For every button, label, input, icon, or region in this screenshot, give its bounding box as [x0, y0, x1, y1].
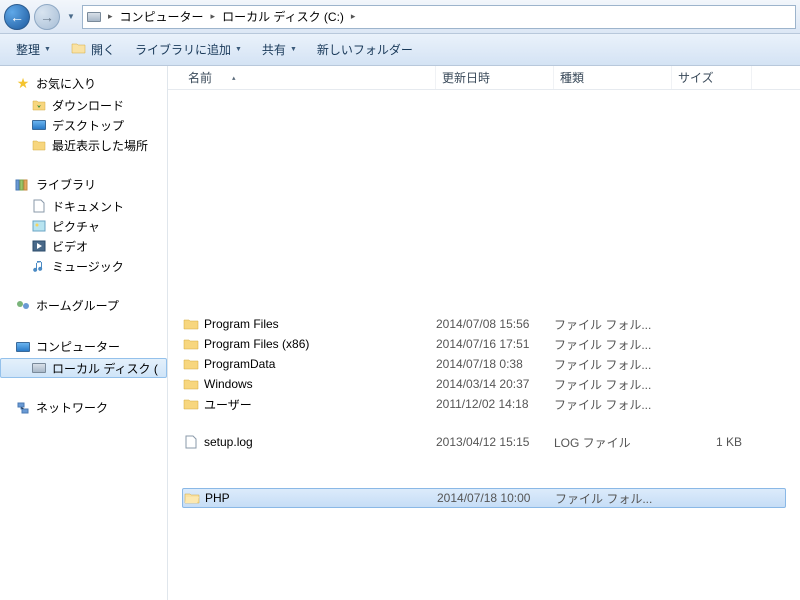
recent-icon — [30, 137, 48, 153]
organize-menu[interactable]: 整理▼ — [8, 38, 59, 62]
folder-icon — [182, 316, 200, 332]
list-item[interactable]: Program Files2014/07/08 15:56ファイル フォル... — [182, 314, 786, 334]
navigation-pane: ★お気に入り ダウンロード デスクトップ 最近表示した場所 ライブラリ ドキュメ… — [0, 66, 168, 600]
sidebar-item-videos[interactable]: ビデオ — [0, 236, 167, 256]
back-button[interactable]: ← — [4, 4, 30, 30]
drive-icon — [30, 360, 48, 376]
libraries-group[interactable]: ライブラリ — [0, 173, 167, 196]
back-arrow-icon: ← — [10, 9, 24, 25]
sort-indicator-icon: ▴ — [232, 74, 236, 82]
command-bar: 整理▼ 開く ライブラリに追加▼ 共有▼ 新しいフォルダー — [0, 34, 800, 66]
download-icon — [30, 97, 48, 113]
navigation-bar: ← → ▼ ▸ コンピューター ▸ ローカル ディスク (C:) ▸ — [0, 0, 800, 34]
folder-icon — [182, 356, 200, 372]
sidebar-item-pictures[interactable]: ピクチャ — [0, 216, 167, 236]
open-button[interactable]: 開く — [63, 38, 123, 62]
homegroup-group[interactable]: ホームグループ — [0, 294, 167, 317]
column-type[interactable]: 種類 — [554, 66, 672, 89]
picture-icon — [30, 218, 48, 234]
list-item[interactable]: Windows2014/03/14 20:37ファイル フォル... — [182, 374, 786, 394]
list-item[interactable]: ユーザー2011/12/02 14:18ファイル フォル... — [182, 394, 786, 414]
sidebar-item-local-disk[interactable]: ローカル ディスク ( — [0, 358, 167, 378]
history-dropdown[interactable]: ▼ — [64, 7, 78, 27]
document-icon — [30, 198, 48, 214]
list-item[interactable]: Program Files (x86)2014/07/16 17:51ファイル … — [182, 334, 786, 354]
favorites-group[interactable]: ★お気に入り — [0, 72, 167, 95]
folder-icon — [182, 376, 200, 392]
folder-open-icon — [183, 490, 201, 506]
chevron-down-icon: ▼ — [235, 46, 242, 53]
sidebar-item-downloads[interactable]: ダウンロード — [0, 95, 167, 115]
drive-icon — [85, 8, 103, 26]
breadcrumb-segment[interactable]: ローカル ディスク (C:) — [218, 6, 348, 28]
column-name[interactable]: 名前▴ — [182, 66, 436, 89]
column-headers: 名前▴ 更新日時 種類 サイズ — [168, 66, 800, 90]
chevron-down-icon: ▼ — [44, 46, 51, 53]
chevron-right-icon[interactable]: ▸ — [348, 11, 359, 22]
main-area: ★お気に入り ダウンロード デスクトップ 最近表示した場所 ライブラリ ドキュメ… — [0, 66, 800, 600]
sidebar-item-documents[interactable]: ドキュメント — [0, 196, 167, 216]
forward-arrow-icon: → — [40, 9, 54, 25]
chevron-down-icon: ▼ — [290, 46, 297, 53]
add-to-library-menu[interactable]: ライブラリに追加▼ — [127, 38, 250, 62]
music-icon — [30, 258, 48, 274]
computer-icon — [14, 339, 32, 355]
share-menu[interactable]: 共有▼ — [254, 38, 305, 62]
homegroup-icon — [14, 298, 32, 314]
breadcrumb-segment[interactable]: コンピューター — [116, 6, 208, 28]
video-icon — [30, 238, 48, 254]
sidebar-item-recent[interactable]: 最近表示した場所 — [0, 135, 167, 155]
chevron-right-icon[interactable]: ▸ — [208, 11, 219, 22]
folder-icon — [182, 396, 200, 412]
file-icon — [182, 434, 200, 450]
file-view: 名前▴ 更新日時 種類 サイズ Program Files2014/07/08 … — [168, 66, 800, 600]
new-folder-button[interactable]: 新しいフォルダー — [309, 38, 421, 62]
network-icon — [14, 400, 32, 416]
folder-icon — [182, 336, 200, 352]
list-item[interactable]: setup.log2013/04/12 15:15LOG ファイル1 KB — [182, 432, 786, 452]
file-list[interactable]: Program Files2014/07/08 15:56ファイル フォル...… — [168, 90, 800, 600]
address-bar[interactable]: ▸ コンピューター ▸ ローカル ディスク (C:) ▸ — [82, 5, 796, 29]
folder-open-icon — [71, 41, 87, 58]
computer-group[interactable]: コンピューター — [0, 335, 167, 358]
sidebar-item-desktop[interactable]: デスクトップ — [0, 115, 167, 135]
list-item[interactable]: ProgramData2014/07/18 0:38ファイル フォル... — [182, 354, 786, 374]
column-date[interactable]: 更新日時 — [436, 66, 554, 89]
library-icon — [14, 177, 32, 193]
star-icon: ★ — [14, 76, 32, 92]
list-item[interactable]: PHP2014/07/18 10:00ファイル フォル... — [182, 488, 786, 508]
column-size[interactable]: サイズ — [672, 66, 752, 89]
network-group[interactable]: ネットワーク — [0, 396, 167, 419]
desktop-icon — [30, 117, 48, 133]
forward-button[interactable]: → — [34, 4, 60, 30]
chevron-right-icon[interactable]: ▸ — [105, 11, 116, 22]
sidebar-item-music[interactable]: ミュージック — [0, 256, 167, 276]
